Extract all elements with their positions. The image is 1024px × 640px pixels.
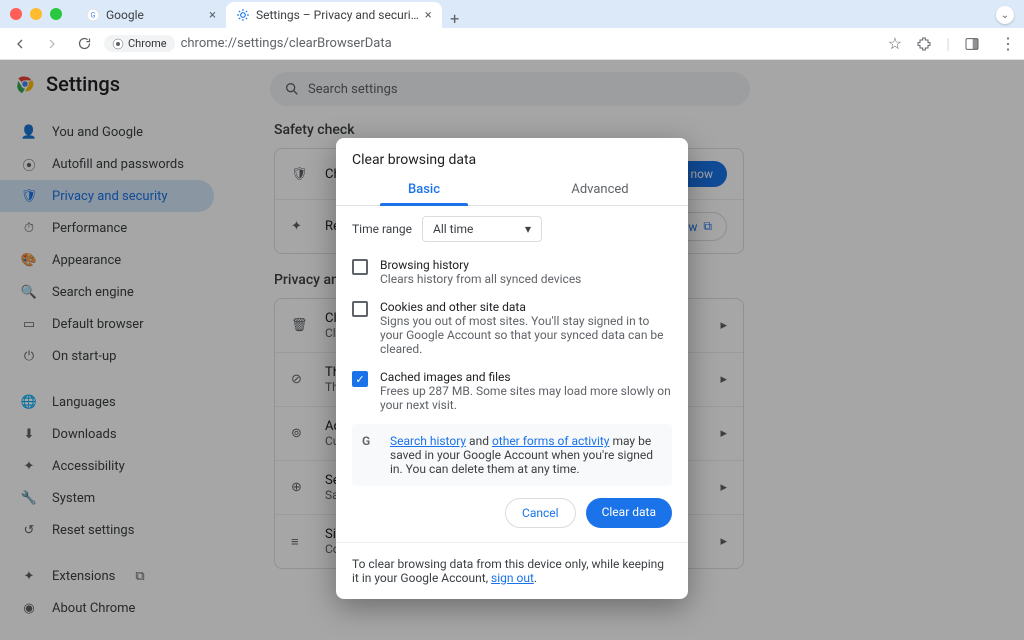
svg-text:G: G — [91, 11, 96, 19]
forward-button[interactable] — [40, 32, 64, 56]
tab-strip: G Google × Settings – Privacy and securi… — [76, 0, 468, 28]
side-panel-icon[interactable] — [964, 36, 980, 52]
extensions-icon[interactable] — [916, 36, 932, 52]
chip-label: Chrome — [128, 37, 167, 50]
checkbox[interactable] — [352, 301, 368, 317]
checkbox[interactable] — [352, 259, 368, 275]
site-chip[interactable]: Chrome — [104, 35, 175, 52]
option-browsing-history[interactable]: Browsing historyClears history from all … — [336, 252, 688, 294]
maximize-window-button[interactable] — [50, 8, 62, 20]
option-cached[interactable]: ✓ Cached images and filesFrees up 287 MB… — [336, 364, 688, 420]
time-range-value: All time — [433, 222, 473, 236]
other-activity-link[interactable]: other forms of activity — [492, 434, 610, 448]
reload-button[interactable] — [72, 32, 96, 56]
address-bar[interactable]: Chrome chrome://settings/clearBrowserDat… — [104, 35, 392, 52]
clear-data-button[interactable]: Clear data — [586, 498, 672, 528]
dialog-tabs: Basic Advanced — [336, 174, 688, 206]
chrome-icon — [112, 38, 124, 50]
google-favicon: G — [86, 8, 100, 22]
time-range-label: Time range — [352, 222, 412, 236]
close-tab-icon[interactable]: × — [209, 8, 216, 23]
close-window-button[interactable] — [10, 8, 22, 20]
cancel-button[interactable]: Cancel — [505, 498, 576, 528]
window-titlebar: G Google × Settings – Privacy and securi… — [0, 0, 1024, 28]
tab-advanced[interactable]: Advanced — [512, 174, 688, 205]
checkbox-checked[interactable]: ✓ — [352, 371, 368, 387]
divider: | — [946, 34, 950, 53]
tab-google[interactable]: G Google × — [76, 2, 226, 28]
info-box: G Search history and other forms of acti… — [352, 424, 672, 486]
tab-settings[interactable]: Settings – Privacy and securi… × — [226, 2, 442, 28]
minimize-window-button[interactable] — [30, 8, 42, 20]
tab-search-button[interactable]: ⌄ — [996, 6, 1014, 24]
bookmark-icon[interactable]: ☆ — [888, 34, 902, 53]
dialog-title: Clear browsing data — [336, 138, 688, 174]
close-tab-icon[interactable]: × — [425, 8, 432, 23]
search-history-link[interactable]: Search history — [390, 434, 466, 448]
tab-title: Google — [106, 8, 144, 22]
new-tab-button[interactable]: + — [442, 9, 468, 28]
chevron-down-icon: ▾ — [525, 222, 531, 236]
google-g-icon: G — [362, 434, 370, 448]
settings-favicon — [236, 8, 250, 22]
window-controls — [10, 8, 62, 20]
tab-basic[interactable]: Basic — [336, 174, 512, 205]
time-range-select[interactable]: All time ▾ — [422, 216, 542, 242]
clear-browsing-data-dialog: Clear browsing data Basic Advanced Time … — [336, 138, 688, 599]
menu-icon[interactable]: ⋮ — [1000, 34, 1016, 53]
tab-title: Settings – Privacy and securi… — [256, 8, 419, 22]
url-text: chrome://settings/clearBrowserData — [181, 36, 392, 51]
back-button[interactable] — [8, 32, 32, 56]
sign-out-link[interactable]: sign out — [491, 571, 534, 585]
option-cookies[interactable]: Cookies and other site dataSigns you out… — [336, 294, 688, 364]
browser-toolbar: Chrome chrome://settings/clearBrowserDat… — [0, 28, 1024, 60]
dialog-footer: To clear browsing data from this device … — [336, 542, 688, 585]
